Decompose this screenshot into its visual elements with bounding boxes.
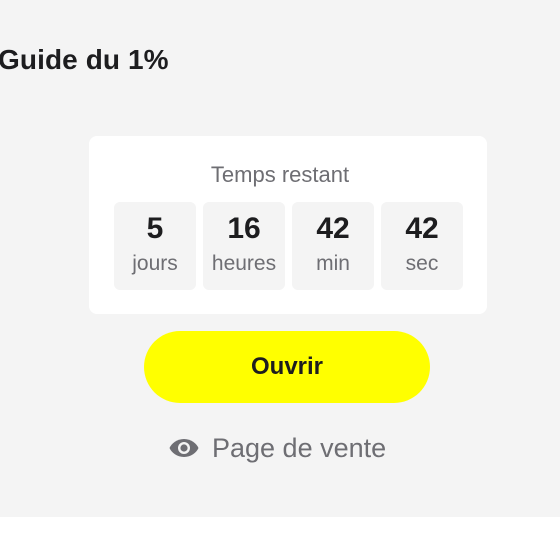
- countdown-seconds-label: sec: [405, 252, 439, 275]
- countdown-hours: 16 heures: [203, 202, 285, 290]
- countdown-hours-label: heures: [211, 252, 277, 275]
- countdown-minutes-value: 42: [316, 212, 350, 245]
- countdown-minutes-label: min: [316, 252, 350, 275]
- countdown-hours-value: 16: [227, 212, 261, 245]
- sales-page-label: Page de vente: [212, 432, 387, 463]
- eye-icon: [168, 432, 200, 464]
- countdown-minutes: 42 min: [292, 202, 374, 290]
- sales-page-link[interactable]: Page de vente: [168, 428, 386, 468]
- open-button[interactable]: Ouvrir: [144, 331, 430, 403]
- countdown-days-value: 5: [146, 212, 164, 245]
- product-title: Guide du 1%: [0, 44, 169, 75]
- countdown-seconds-value: 42: [405, 212, 439, 245]
- countdown-days: 5 jours: [114, 202, 196, 290]
- countdown-days-label: jours: [132, 252, 178, 275]
- countdown-seconds: 42 sec: [381, 202, 463, 290]
- countdown-label: Temps restant: [210, 162, 350, 187]
- product-panel: Guide du 1% Temps restant 5 jours 16 heu…: [0, 0, 560, 517]
